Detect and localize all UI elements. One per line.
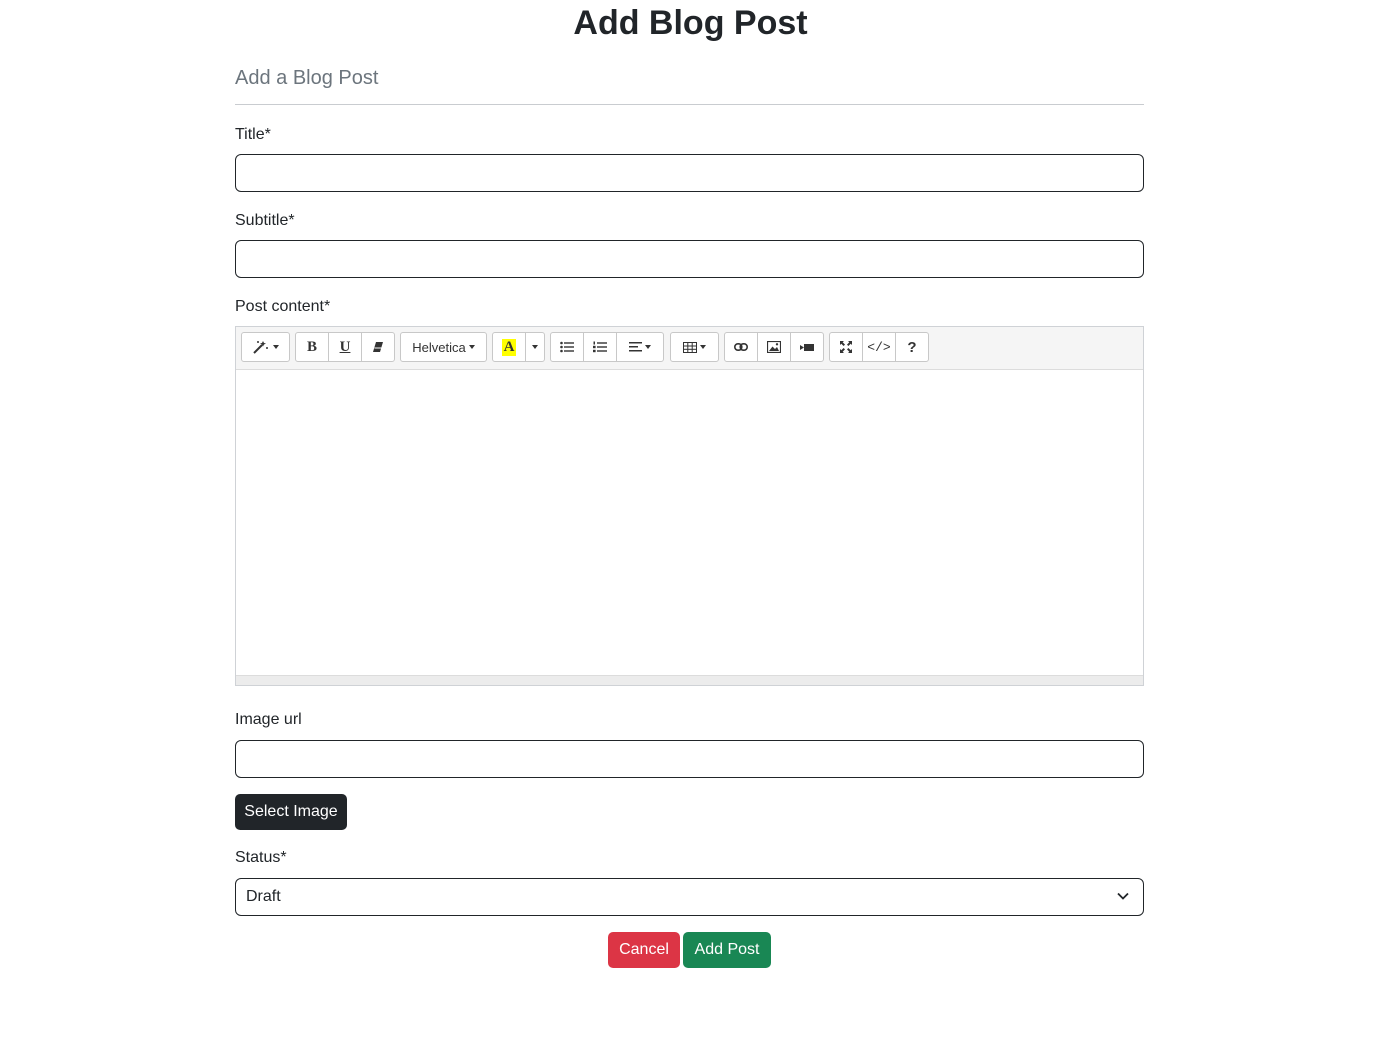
font-name-group: Helvetica bbox=[400, 332, 487, 362]
status-select-value: Draft bbox=[246, 888, 281, 905]
status-label: Status* bbox=[235, 849, 287, 866]
para-group bbox=[550, 332, 664, 362]
codeview-icon[interactable]: </> bbox=[862, 332, 896, 362]
title-input[interactable] bbox=[235, 154, 1144, 192]
picture-icon[interactable] bbox=[757, 332, 791, 362]
bold-icon[interactable]: B bbox=[295, 332, 329, 362]
link-icon[interactable] bbox=[724, 332, 758, 362]
unordered-list-icon[interactable] bbox=[550, 332, 584, 362]
view-group: </> ? bbox=[829, 332, 929, 362]
color-group: A bbox=[492, 332, 545, 362]
ordered-list-icon[interactable] bbox=[583, 332, 617, 362]
font-style-group: B U bbox=[295, 332, 395, 362]
underline-icon[interactable]: U bbox=[328, 332, 362, 362]
subtitle-label: Subtitle* bbox=[235, 212, 295, 229]
chevron-down-icon bbox=[1117, 892, 1129, 900]
font-dropdown[interactable]: Helvetica bbox=[400, 332, 487, 362]
color-dropdown-caret[interactable] bbox=[525, 332, 545, 362]
page-title: Add Blog Post bbox=[573, 4, 808, 42]
table-group bbox=[670, 332, 719, 362]
select-image-button[interactable]: Select Image bbox=[235, 794, 347, 830]
image-url-label: Image url bbox=[235, 711, 302, 728]
table-icon[interactable] bbox=[670, 332, 719, 362]
divider bbox=[235, 104, 1144, 105]
insert-group bbox=[724, 332, 824, 362]
image-url-input[interactable] bbox=[235, 740, 1144, 778]
subtitle-input[interactable] bbox=[235, 240, 1144, 278]
cancel-button[interactable]: Cancel bbox=[608, 932, 680, 968]
add-post-button[interactable]: Add Post bbox=[683, 932, 771, 968]
eraser-icon[interactable] bbox=[361, 332, 395, 362]
paragraph-align-icon[interactable] bbox=[616, 332, 664, 362]
form-subheading: Add a Blog Post bbox=[235, 67, 379, 89]
fullscreen-icon[interactable] bbox=[829, 332, 863, 362]
help-icon[interactable]: ? bbox=[895, 332, 929, 362]
font-name-value: Helvetica bbox=[412, 339, 466, 355]
magic-icon[interactable] bbox=[241, 332, 290, 362]
post-content-label: Post content* bbox=[235, 298, 331, 315]
color-letter: A bbox=[501, 338, 517, 356]
video-icon[interactable] bbox=[790, 332, 824, 362]
status-select[interactable]: Draft bbox=[235, 878, 1144, 916]
editor-resize-bar[interactable] bbox=[236, 675, 1143, 685]
style-group bbox=[241, 332, 290, 362]
editor-toolbar: B U Helvetica A </> ? bbox=[236, 327, 1143, 370]
rich-text-editor: B U Helvetica A </> ? bbox=[235, 326, 1144, 686]
editor-content-area[interactable] bbox=[236, 370, 1143, 676]
title-label: Title* bbox=[235, 126, 271, 143]
text-color-icon[interactable]: A bbox=[492, 332, 526, 362]
